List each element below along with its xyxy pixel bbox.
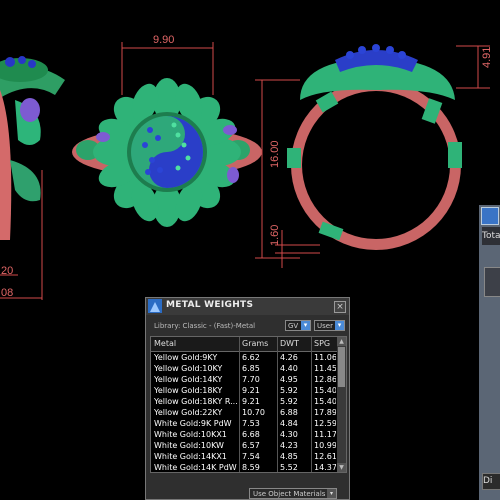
scroll-down-icon[interactable]: ▼	[337, 463, 346, 472]
window-title: METAL WEIGHTS	[166, 300, 254, 310]
table-row[interactable]: Yellow Gold:9KY 6.62 4.26 11.06	[151, 352, 337, 363]
scroll-thumb[interactable]	[338, 347, 345, 387]
panel-icon[interactable]	[481, 207, 499, 225]
dim-left-a: 20	[1, 265, 13, 277]
use-object-materials-select[interactable]: Use Object Materials ▾	[249, 488, 337, 499]
cell-spg: 11.45	[314, 364, 336, 373]
col-header-dwt[interactable]: DWT	[280, 339, 299, 348]
col-header-grams[interactable]: Grams	[242, 339, 268, 348]
library-label: Library: Classic - (Fast)-Metal	[154, 322, 256, 330]
cell-spg: 15.40	[314, 397, 336, 406]
cell-metal: Yellow Gold:10KY	[154, 364, 223, 373]
cell-spg: 11.17	[314, 430, 336, 439]
table-row[interactable]: Yellow Gold:14KY 7.70 4.95 12.86	[151, 374, 337, 385]
panel-tab[interactable]: Tota	[482, 227, 500, 245]
chevron-down-icon: ▾	[301, 321, 310, 330]
cell-metal: Yellow Gold:22KY	[154, 408, 223, 417]
dim-bottom-small: 1.60	[269, 225, 281, 246]
cell-spg: 11.06	[314, 353, 336, 362]
side-panel: Tota Di	[479, 205, 500, 500]
dim-left-b: 08	[1, 287, 13, 299]
cell-metal: Yellow Gold:18KY	[154, 386, 223, 395]
cell-spg: 15.40	[314, 386, 336, 395]
dim-center-height: 16.00	[269, 140, 281, 168]
gv-select-value: GV	[288, 322, 299, 330]
cell-dwt: 4.84	[280, 419, 298, 428]
cell-grams: 6.62	[242, 353, 260, 362]
chevron-down-icon: ▾	[335, 321, 344, 330]
cell-grams: 8.59	[242, 463, 260, 472]
cell-grams: 7.53	[242, 419, 260, 428]
cell-grams: 9.21	[242, 386, 260, 395]
col-header-metal[interactable]: Metal	[154, 339, 176, 348]
cell-dwt: 4.26	[280, 353, 298, 362]
cell-spg: 12.61	[314, 452, 336, 461]
cell-grams: 7.70	[242, 375, 260, 384]
cell-metal: White Gold:14KX1	[154, 452, 227, 461]
cell-grams: 6.85	[242, 364, 260, 373]
cell-spg: 14.37	[314, 463, 336, 472]
table-row[interactable]: Yellow Gold:18KY R... 9.21 5.92 15.40	[151, 396, 337, 407]
dim-top-width: 9.90	[153, 34, 174, 46]
cell-dwt: 5.52	[280, 463, 298, 472]
cell-spg: 12.86	[314, 375, 336, 384]
table-header: Metal Grams DWT SPG	[151, 337, 337, 352]
scroll-up-icon[interactable]: ▲	[337, 337, 346, 346]
user-select-value: User	[317, 322, 333, 330]
table-row[interactable]: Yellow Gold:18KY 9.21 5.92 15.40	[151, 385, 337, 396]
cell-dwt: 4.40	[280, 364, 298, 373]
chevron-down-icon: ▾	[327, 489, 336, 498]
cell-dwt: 4.85	[280, 452, 298, 461]
cell-dwt: 4.95	[280, 375, 298, 384]
app-logo-icon	[148, 299, 162, 313]
dim-right-height: 4.91	[481, 47, 493, 68]
right-ring-view	[287, 44, 462, 250]
metal-table: Metal Grams DWT SPG Yellow Gold:9KY 6.62 4…	[150, 336, 347, 473]
close-icon[interactable]: ×	[334, 301, 346, 313]
user-select[interactable]: User ▾	[314, 320, 345, 331]
table-row[interactable]: White Gold:10KW 6.57 4.23 10.99	[151, 440, 337, 451]
table-row[interactable]: Yellow Gold:22KY 10.70 6.88 17.89	[151, 407, 337, 418]
cell-dwt: 4.23	[280, 441, 298, 450]
cell-metal: White Gold:14K PdW	[154, 463, 237, 472]
table-scrollbar[interactable]: ▲ ▼	[337, 337, 346, 472]
cell-spg: 10.99	[314, 441, 336, 450]
cell-metal: White Gold:10KW	[154, 441, 224, 450]
cell-metal: Yellow Gold:14KY	[154, 375, 223, 384]
metal-weights-window: METAL WEIGHTS × Library: Classic - (Fast…	[145, 297, 350, 500]
table-row[interactable]: White Gold:14KX1 7.54 4.85 12.61	[151, 451, 337, 462]
table-row[interactable]: Yellow Gold:10KY 6.85 4.40 11.45	[151, 363, 337, 374]
table-row[interactable]: White Gold:14K PdW 8.59 5.52 14.37	[151, 462, 337, 472]
cell-dwt: 5.92	[280, 386, 298, 395]
cell-grams: 9.21	[242, 397, 260, 406]
cell-grams: 10.70	[242, 408, 265, 417]
table-row[interactable]: White Gold:9K PdW 7.53 4.84 12.59	[151, 418, 337, 429]
cell-spg: 17.89	[314, 408, 336, 417]
cell-spg: 12.59	[314, 419, 336, 428]
gv-select[interactable]: GV ▾	[285, 320, 311, 331]
cell-grams: 6.68	[242, 430, 260, 439]
panel-preview-box[interactable]	[484, 267, 500, 297]
cell-grams: 7.54	[242, 452, 260, 461]
center-ring-view	[72, 78, 262, 227]
cell-dwt: 6.88	[280, 408, 298, 417]
cell-metal: Yellow Gold:9KY	[154, 353, 218, 362]
cell-grams: 6.57	[242, 441, 260, 450]
window-titlebar[interactable]: METAL WEIGHTS ×	[146, 298, 349, 315]
panel-bottom-button[interactable]: Di	[482, 473, 500, 490]
cell-dwt: 4.30	[280, 430, 298, 439]
use-object-materials-label: Use Object Materials	[253, 490, 326, 498]
col-header-spg[interactable]: SPG	[314, 339, 330, 348]
cell-dwt: 5.92	[280, 397, 298, 406]
cell-metal: White Gold:9K PdW	[154, 419, 232, 428]
table-row[interactable]: White Gold:10KX1 6.68 4.30 11.17	[151, 429, 337, 440]
cell-metal: Yellow Gold:18KY R...	[154, 397, 238, 406]
cell-metal: White Gold:10KX1	[154, 430, 227, 439]
left-ring-view	[0, 56, 65, 240]
